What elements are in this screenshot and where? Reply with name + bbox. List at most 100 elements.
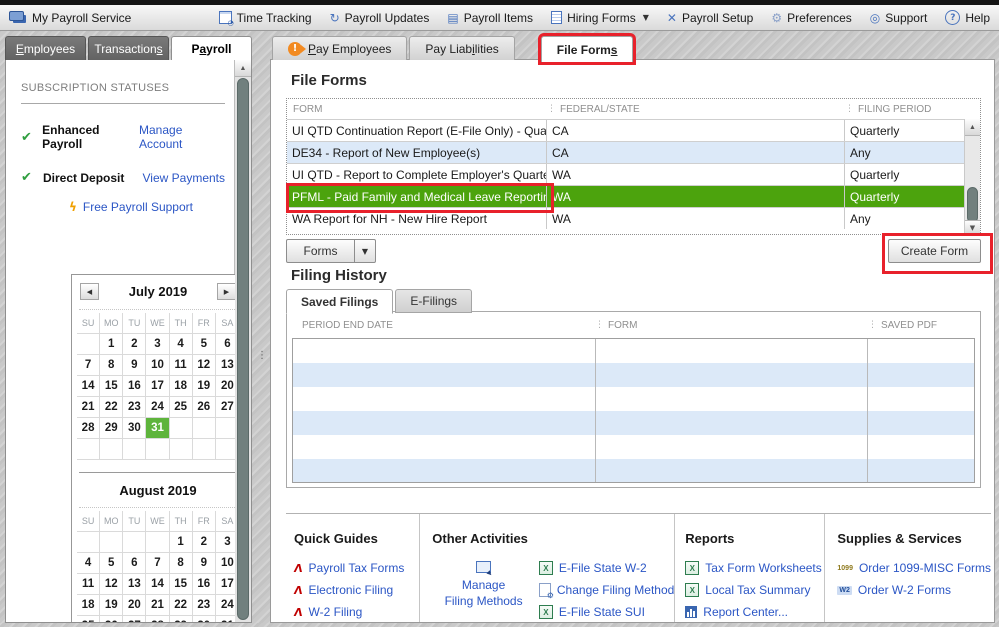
calendar-day[interactable]: 31 — [216, 616, 235, 622]
calendar-day[interactable]: 9 — [192, 553, 216, 574]
payroll-tax-forms-link[interactable]: Λ Payroll Tax Forms — [293, 561, 419, 575]
tab-e-filings[interactable]: E-Filings — [395, 289, 473, 313]
toolbar-item-support[interactable]: ◎ Support — [861, 5, 937, 30]
calendar-day[interactable]: 17 — [146, 376, 170, 397]
calendar-day[interactable]: 27 — [123, 616, 147, 622]
tab-payroll[interactable]: Payroll — [171, 36, 252, 60]
table-row[interactable]: WA Report for NH - New Hire Report WA Any — [287, 207, 980, 229]
calendar-day[interactable]: 18 — [77, 595, 101, 616]
dropdown-arrow-icon[interactable]: ▼ — [354, 240, 375, 262]
tab-pay-liabilities[interactable]: Pay Liabilities — [409, 36, 515, 60]
calendar-day[interactable]: 23 — [192, 595, 216, 616]
table-row[interactable]: PFML - Paid Family and Medical Leave Rep… — [286, 183, 980, 213]
toolbar-item-preferences[interactable]: ⚙ Preferences — [762, 5, 860, 30]
calendar-day[interactable]: 22 — [100, 397, 124, 418]
tab-employees[interactable]: Employees — [5, 36, 86, 60]
calendar-day[interactable]: 21 — [77, 397, 101, 418]
calendar-day[interactable]: 16 — [192, 574, 216, 595]
sidebar-scrollbar[interactable]: ▲ — [234, 60, 251, 622]
report-center-link[interactable]: Report Center... — [685, 605, 824, 619]
view-payments-link[interactable]: View Payments — [143, 171, 225, 185]
calendar-day[interactable]: 27 — [215, 397, 235, 418]
create-form-button[interactable]: Create Form — [888, 239, 981, 263]
toolbar-item-payroll-items[interactable]: ▤ Payroll Items — [438, 5, 542, 30]
toolbar-item-time-tracking[interactable]: Time Tracking — [210, 5, 321, 30]
free-payroll-support-link[interactable]: Free Payroll Support — [83, 200, 193, 214]
calendar-day[interactable]: 11 — [77, 574, 101, 595]
calendar-day[interactable]: 15 — [169, 574, 193, 595]
toolbar-item-payroll-setup[interactable]: ✕ Payroll Setup — [658, 5, 762, 30]
calendar-day[interactable]: 28 — [146, 616, 170, 622]
order-w2-forms-link[interactable]: W2 Order W-2 Forms — [837, 583, 991, 597]
calendar-day[interactable]: 25 — [169, 397, 193, 418]
calendar-day[interactable]: 3 — [215, 532, 235, 553]
scroll-down-icon[interactable]: ▼ — [965, 220, 980, 234]
calendar-day[interactable]: 19 — [100, 595, 124, 616]
manage-account-link[interactable]: Manage Account — [139, 123, 225, 151]
calendar-day[interactable]: 14 — [77, 376, 101, 397]
table-row[interactable]: UI QTD Continuation Report (E-File Only)… — [287, 119, 980, 141]
calendar-day[interactable]: 8 — [100, 355, 124, 376]
calendar-day[interactable]: 2 — [192, 532, 216, 553]
calendar-day[interactable]: 26 — [100, 616, 124, 622]
calendar-day[interactable]: 12 — [100, 574, 124, 595]
toolbar-item-help[interactable]: ? Help — [936, 5, 999, 30]
tab-file-forms[interactable]: File Forms — [540, 36, 634, 62]
splitter-handle-icon[interactable]: ⋮ — [257, 350, 267, 361]
calendar-day[interactable]: 10 — [215, 553, 235, 574]
calendar-day[interactable]: 19 — [192, 376, 216, 397]
calendar-day[interactable]: 8 — [169, 553, 193, 574]
calendar-day[interactable]: 6 — [123, 553, 147, 574]
tab-saved-filings[interactable]: Saved Filings — [286, 289, 394, 314]
calendar-day[interactable]: 29 — [170, 616, 193, 622]
order-1099-forms-link[interactable]: 1099 Order 1099-MISC Forms — [837, 561, 991, 575]
calendar-day[interactable]: 23 — [123, 397, 147, 418]
calendar-day[interactable]: 13 — [123, 574, 147, 595]
calendar-day[interactable]: 16 — [123, 376, 147, 397]
scrollbar-thumb[interactable] — [237, 78, 249, 620]
calendar-day[interactable]: 22 — [169, 595, 193, 616]
table-row[interactable]: DE34 - Report of New Employee(s) CA Any — [287, 141, 980, 163]
calendar-day[interactable]: 26 — [192, 397, 216, 418]
forms-dropdown-button[interactable]: Forms ▼ — [286, 239, 376, 263]
calendar-day[interactable]: 14 — [146, 574, 170, 595]
efile-state-w2-link[interactable]: X E-File State W-2 — [538, 561, 674, 575]
calendar-day[interactable]: 9 — [123, 355, 147, 376]
calendar-day[interactable]: 15 — [100, 376, 124, 397]
toolbar-item-hiring-forms[interactable]: Hiring Forms ▼ — [542, 5, 658, 30]
calendar-day[interactable]: 1 — [100, 334, 124, 355]
calendar-day[interactable]: 18 — [169, 376, 193, 397]
calendar-day[interactable]: 4 — [169, 334, 193, 355]
calendar-day[interactable]: 12 — [192, 355, 216, 376]
tab-pay-employees[interactable]: ! Pay Employees — [272, 36, 408, 60]
calendar-day[interactable]: 7 — [146, 553, 170, 574]
calendar-day[interactable]: 1 — [169, 532, 193, 553]
panel-splitter[interactable]: ⋮ — [252, 36, 270, 623]
calendar-day[interactable]: 4 — [77, 553, 101, 574]
scroll-up-icon[interactable]: ▲ — [235, 60, 251, 77]
calendar-day[interactable]: 24 — [146, 397, 170, 418]
calendar-day[interactable]: 13 — [215, 355, 235, 376]
w2-filing-link[interactable]: Λ W-2 Filing — [293, 605, 419, 619]
calendar-day[interactable]: 20 — [123, 595, 147, 616]
calendar-day[interactable]: 11 — [169, 355, 193, 376]
tax-form-worksheets-link[interactable]: X Tax Form Worksheets — [685, 561, 824, 575]
manage-filing-methods-link[interactable]: Manage Filing Methods — [432, 561, 535, 627]
change-filing-method-link[interactable]: Change Filing Method — [538, 583, 674, 600]
electronic-filing-link[interactable]: Λ Electronic Filing — [293, 583, 419, 597]
calendar-day[interactable]: 6 — [215, 334, 235, 355]
tab-transactions[interactable]: Transactions — [88, 36, 169, 60]
scrollbar-thumb[interactable] — [967, 187, 978, 223]
efile-state-sui-link[interactable]: X E-File State SUI — [538, 605, 674, 619]
calendar-day[interactable]: 21 — [146, 595, 170, 616]
calendar-day[interactable]: 31 — [146, 418, 170, 439]
toolbar-item-payroll-updates[interactable]: ↻ Payroll Updates — [321, 5, 439, 30]
calendar-day[interactable]: 7 — [77, 355, 101, 376]
calendar-day[interactable]: 5 — [192, 334, 216, 355]
toolbar-item-my-payroll-service[interactable]: My Payroll Service — [0, 5, 140, 30]
calendar-day[interactable]: 17 — [215, 574, 235, 595]
calendar-day[interactable]: 25 — [77, 616, 101, 622]
scroll-up-icon[interactable]: ▲ — [965, 119, 980, 136]
table-row[interactable]: UI QTD - Report to Complete Employer's Q… — [287, 163, 980, 185]
calendar-day[interactable]: 29 — [100, 418, 124, 439]
